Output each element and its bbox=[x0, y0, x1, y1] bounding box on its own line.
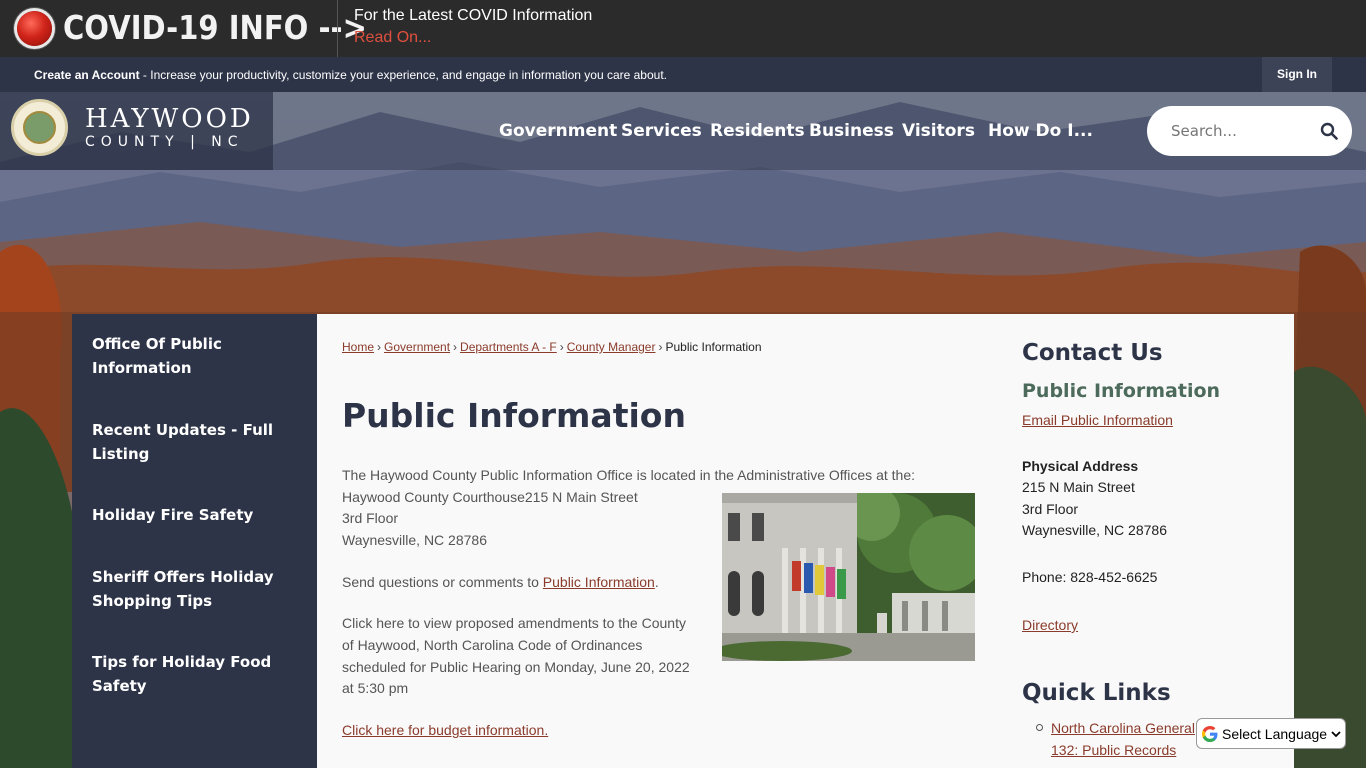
contact-phone: Phone: 828-452-6625 bbox=[1022, 569, 1158, 585]
nav-visitors[interactable]: Visitors bbox=[902, 121, 975, 141]
logo-subtitle[interactable]: COUNTY | NC bbox=[85, 134, 243, 150]
amendments-line-4[interactable]: at 5:30 pm bbox=[342, 678, 408, 700]
breadcrumb-home[interactable]: Home bbox=[342, 340, 374, 354]
bullet-icon bbox=[1036, 724, 1043, 731]
breadcrumb-government[interactable]: Government bbox=[384, 340, 450, 354]
contact-address-line-3: Waynesville, NC 28786 bbox=[1022, 522, 1167, 538]
covid-banner-message: For the Latest COVID Information bbox=[354, 7, 593, 24]
budget-text: Click here for budget information. bbox=[342, 720, 548, 742]
breadcrumb-county-manager[interactable]: County Manager bbox=[567, 340, 656, 354]
contact-address-line-2: 3rd Floor bbox=[1022, 501, 1079, 517]
sidebar-item-recent-updates[interactable]: Recent Updates - Full Listing bbox=[92, 418, 292, 466]
chevron-down-icon bbox=[1331, 731, 1341, 738]
amendments-line-3[interactable]: scheduled for Public Hearing on Monday, … bbox=[342, 657, 690, 679]
select-language-dropdown[interactable]: Select Language bbox=[1196, 718, 1346, 749]
address-line-1: Haywood County Courthouse215 N Main Stre… bbox=[342, 489, 638, 505]
nav-business[interactable]: Business bbox=[809, 121, 894, 141]
covid-banner[interactable]: COVID-19 INFO --> For the Latest COVID I… bbox=[0, 0, 1366, 57]
budget-information-link[interactable]: Click here for budget information. bbox=[342, 722, 548, 738]
quick-link-line-2[interactable]: 132: Public Records bbox=[1051, 742, 1176, 758]
amendments-line-2[interactable]: of Haywood, North Carolina Code of Ordin… bbox=[342, 635, 642, 657]
quick-link-line-1[interactable]: North Carolina General bbox=[1051, 720, 1195, 736]
contact-subheading: Public Information bbox=[1022, 380, 1221, 402]
search-box bbox=[1147, 106, 1352, 156]
physical-address-label: Physical Address bbox=[1022, 458, 1139, 474]
intro-text: The Haywood County Public Information Of… bbox=[342, 467, 915, 483]
quick-link-public-records[interactable]: North Carolina General 132: Public Recor… bbox=[1051, 717, 1201, 761]
search-input[interactable] bbox=[1171, 122, 1311, 140]
covid-read-on-link[interactable]: Read On... bbox=[354, 29, 431, 47]
questions-prefix: Send questions or comments to bbox=[342, 574, 543, 590]
nav-services[interactable]: Services bbox=[621, 121, 702, 141]
public-information-link[interactable]: Public Information bbox=[543, 574, 655, 590]
nav-how-do-i[interactable]: How Do I... bbox=[988, 121, 1093, 141]
county-seal-icon[interactable] bbox=[11, 99, 68, 156]
questions-text: Send questions or comments to Public Inf… bbox=[342, 572, 659, 594]
questions-suffix: . bbox=[654, 574, 659, 590]
alert-dot-icon bbox=[17, 11, 52, 46]
create-account-link[interactable]: Create an Account bbox=[34, 68, 140, 82]
covid-banner-title[interactable]: COVID-19 INFO --> bbox=[63, 8, 367, 47]
quick-links-heading: Quick Links bbox=[1022, 680, 1171, 706]
covid-banner-divider bbox=[337, 0, 338, 57]
google-g-icon bbox=[1202, 726, 1218, 742]
sidebar-item-office-public-info[interactable]: Office Of Public Information bbox=[92, 332, 292, 380]
logo-name[interactable]: HAYWOOD bbox=[85, 104, 254, 134]
account-bar: Create an Account - Increase your produc… bbox=[0, 57, 1366, 92]
address-line-2: 3rd Floor bbox=[342, 510, 399, 526]
breadcrumb-departments[interactable]: Departments A - F bbox=[460, 340, 557, 354]
sidebar-item-sheriff-shopping-tips[interactable]: Sheriff Offers Holiday Shopping Tips bbox=[92, 565, 292, 613]
email-public-information-link[interactable]: Email Public Information bbox=[1022, 412, 1173, 428]
sidebar bbox=[72, 314, 317, 768]
sidebar-item-holiday-fire-safety[interactable]: Holiday Fire Safety bbox=[92, 503, 292, 527]
contact-us-heading: Contact Us bbox=[1022, 340, 1163, 366]
page-title: Public Information bbox=[342, 396, 686, 435]
sign-in-button[interactable]: Sign In bbox=[1262, 57, 1332, 92]
search-icon[interactable] bbox=[1320, 122, 1338, 140]
nav-government[interactable]: Government bbox=[499, 121, 617, 141]
contact-address-line-1: 215 N Main Street bbox=[1022, 479, 1135, 495]
address-line-3: Waynesville, NC 28786 bbox=[342, 532, 487, 548]
amendments-line-1[interactable]: Click here to view proposed amendments t… bbox=[342, 613, 686, 635]
account-description: - Increase your productivity, customize … bbox=[139, 68, 667, 82]
sidebar-item-food-safety[interactable]: Tips for Holiday Food Safety bbox=[92, 650, 292, 698]
nav-residents[interactable]: Residents bbox=[710, 121, 805, 141]
courthouse-photo bbox=[722, 493, 975, 661]
account-message: Create an Account - Increase your produc… bbox=[34, 68, 667, 82]
select-language-label[interactable]: Select Language bbox=[1222, 726, 1327, 742]
breadcrumb-current: Public Information bbox=[665, 340, 762, 354]
directory-link[interactable]: Directory bbox=[1022, 617, 1078, 633]
breadcrumb: Home › Government › Departments A - F › County… bbox=[342, 340, 762, 354]
